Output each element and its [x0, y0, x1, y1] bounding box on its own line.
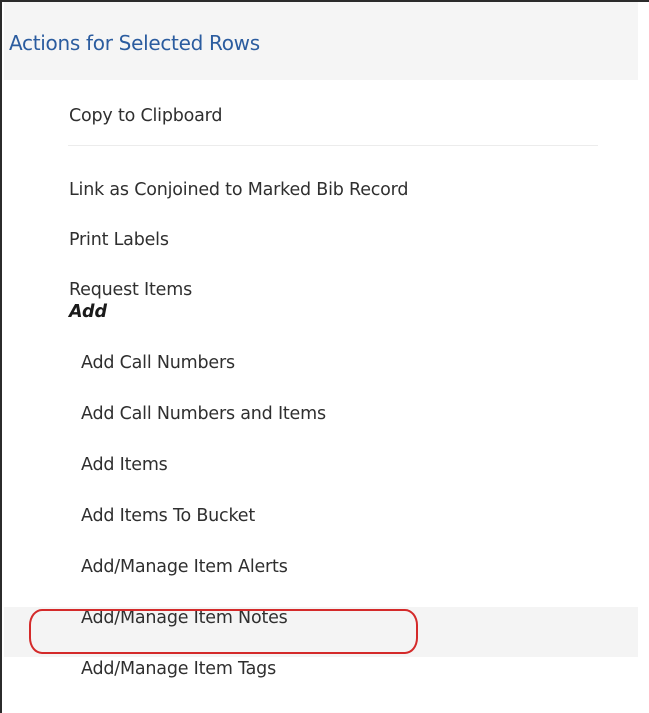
menu-item-link-conjoined[interactable]: Link as Conjoined to Marked Bib Record	[69, 180, 408, 200]
menu-item-print-labels[interactable]: Print Labels	[69, 230, 169, 250]
actions-menu: Actions for Selected Rows Copy to Clipbo…	[0, 0, 649, 713]
menu-divider	[68, 145, 598, 146]
highlight-circle-annotation	[29, 609, 418, 654]
menu-item-add-manage-item-tags[interactable]: Add/Manage Item Tags	[81, 659, 276, 679]
menu-item-add-manage-item-alerts[interactable]: Add/Manage Item Alerts	[81, 557, 288, 577]
menu-item-add-items-to-bucket[interactable]: Add Items To Bucket	[81, 506, 255, 526]
menu-item-copy-to-clipboard[interactable]: Copy to Clipboard	[69, 106, 222, 126]
menu-item-add-call-numbers[interactable]: Add Call Numbers	[81, 353, 235, 373]
menu-header: Actions for Selected Rows	[4, 2, 638, 80]
section-label-add: Add	[69, 302, 108, 322]
menu-item-add-items[interactable]: Add Items	[81, 455, 168, 475]
menu-item-request-items[interactable]: Request Items	[69, 280, 192, 300]
menu-item-add-call-numbers-and-items[interactable]: Add Call Numbers and Items	[81, 404, 326, 424]
menu-title: Actions for Selected Rows	[9, 31, 260, 55]
